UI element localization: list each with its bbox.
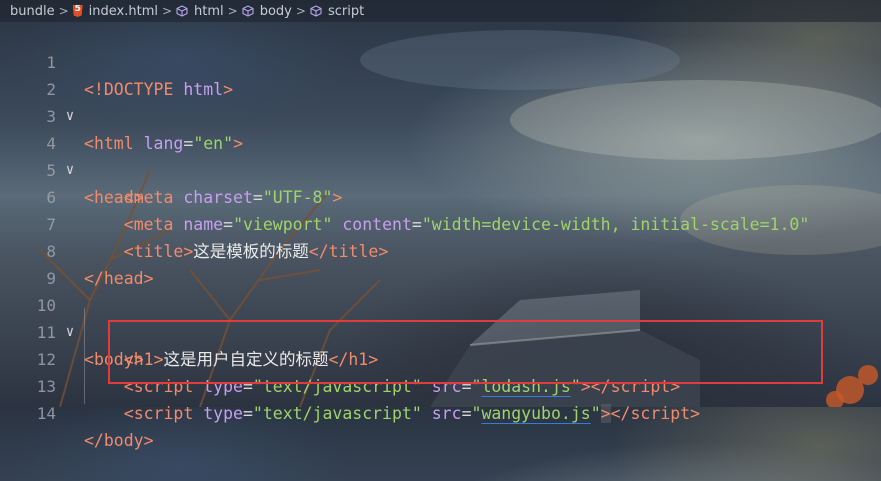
code-line[interactable]: 2 ∨ <html lang="en"> (0, 49, 881, 153)
indent-guide (84, 308, 85, 404)
breadcrumb-label: body (259, 3, 292, 19)
chevron-right-icon: > (295, 4, 306, 18)
chevron-right-icon: > (58, 4, 69, 18)
code-line[interactable]: 5 <meta charset="UTF-8"> (0, 130, 881, 207)
cube-icon (242, 5, 254, 17)
code-line[interactable]: 8 </head> (0, 211, 881, 288)
breadcrumb-label: bundle (10, 3, 55, 19)
breadcrumb-item-body[interactable]: body (242, 4, 292, 19)
highlight-annotation-box (108, 320, 823, 384)
code-line[interactable]: 6 <meta name="viewport" content="width=d… (0, 157, 881, 234)
token-tag: body (103, 431, 144, 450)
breadcrumb-label: index.html (88, 3, 158, 19)
code-line[interactable]: 9 (0, 238, 881, 288)
code-line[interactable]: 10 ∨ <body> (0, 265, 881, 369)
breadcrumb-item-index-html[interactable]: index.html (72, 3, 158, 19)
breadcrumb-label: html (194, 3, 224, 19)
chevron-right-icon: > (227, 4, 238, 18)
cube-icon (310, 5, 322, 17)
code-line[interactable]: 3 (0, 76, 881, 126)
breadcrumb-item-bundle[interactable]: bundle (10, 4, 55, 19)
chevron-right-icon: > (161, 4, 173, 18)
cube-icon (176, 5, 188, 17)
code-line[interactable]: 4 ∨ <head> (0, 103, 881, 207)
breadcrumb-item-html[interactable]: html (176, 4, 224, 19)
code-line[interactable]: 7 <title>这是模板的标题</title> (0, 184, 881, 261)
html5-file-icon (72, 5, 83, 17)
code-line[interactable]: 1 <!DOCTYPE html> (0, 22, 881, 99)
breadcrumb-item-script[interactable]: script (310, 4, 364, 19)
code-line[interactable]: 11 <h1>这是用户自定义的标题</h1> (0, 292, 881, 369)
breadcrumb: bundle > index.html > html > body > scri… (0, 0, 881, 22)
breadcrumb-label: script (327, 3, 365, 19)
line-number: 14 (36, 404, 56, 423)
